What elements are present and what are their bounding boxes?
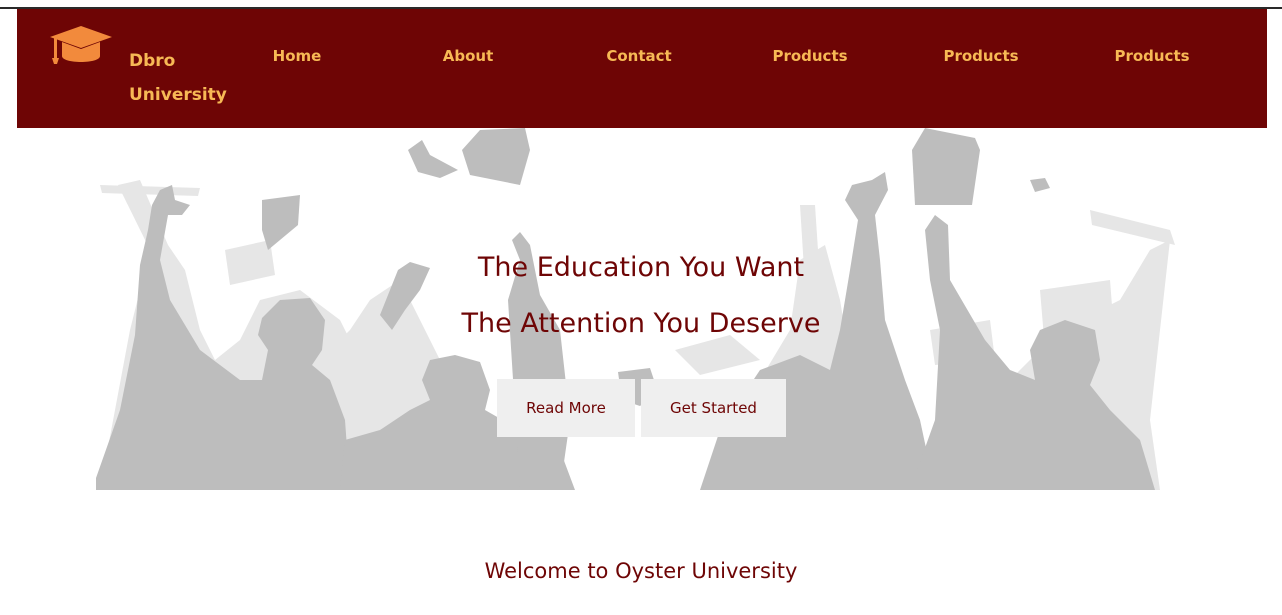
brand-name[interactable]: Dbro University <box>129 44 227 112</box>
hero-headline-1: The Education You Want <box>477 252 805 283</box>
welcome-title: Welcome to Oyster University <box>484 559 798 583</box>
graduation-cap-icon[interactable] <box>48 24 114 66</box>
brand-name-line-1: Dbro <box>129 51 176 71</box>
hero-headline-2: The Attention You Deserve <box>461 308 821 339</box>
nav-link-about[interactable]: About <box>443 47 494 65</box>
nav-link-home[interactable]: Home <box>273 47 322 65</box>
get-started-button[interactable]: Get Started <box>641 379 786 437</box>
nav-link-products-1[interactable]: Products <box>772 47 847 65</box>
nav-link-contact[interactable]: Contact <box>606 47 671 65</box>
nav-link-products-3[interactable]: Products <box>1114 47 1189 65</box>
brand-name-line-2: University <box>129 85 227 105</box>
read-more-button[interactable]: Read More <box>497 379 635 437</box>
nav-link-products-2[interactable]: Products <box>943 47 1018 65</box>
